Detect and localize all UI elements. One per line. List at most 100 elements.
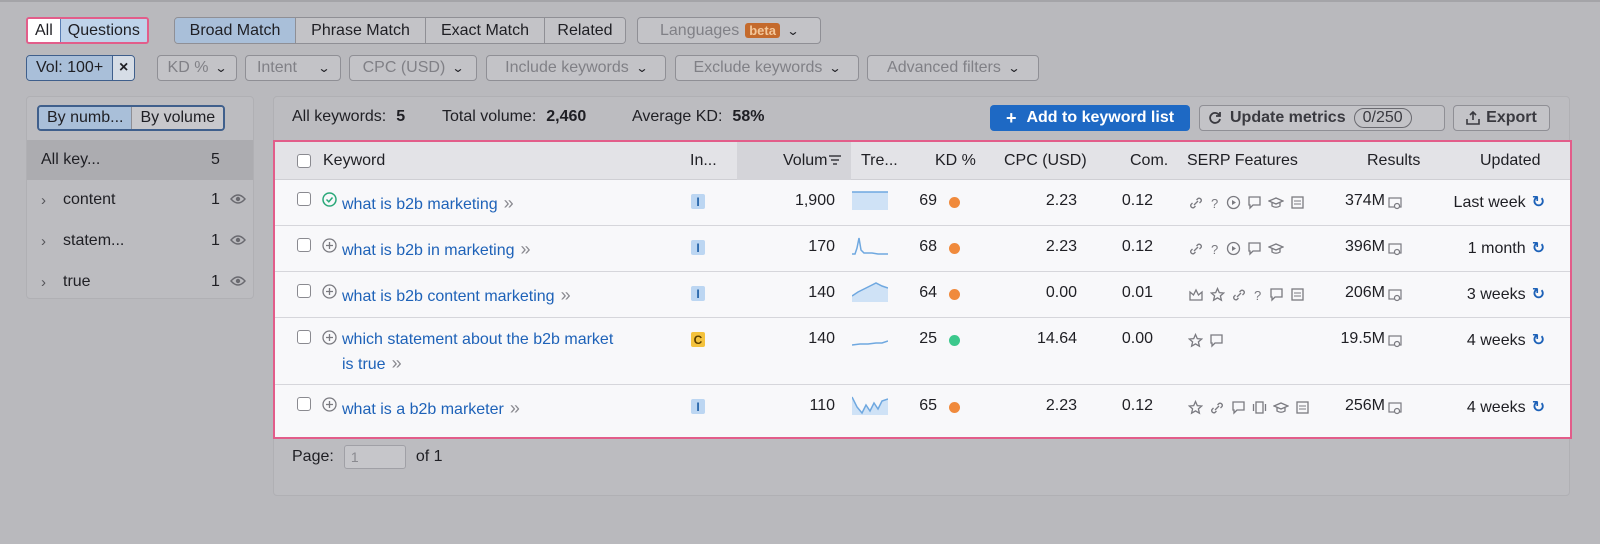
- include-keywords-dropdown[interactable]: Include keywords ⌄: [486, 55, 666, 81]
- keyword-link[interactable]: what is b2b in marketing »: [342, 239, 531, 260]
- row-checkbox[interactable]: [297, 397, 311, 411]
- updated-value: 4 weeks: [1466, 399, 1526, 416]
- ads-icon: [1291, 196, 1304, 209]
- update-label: Update metrics: [1230, 109, 1346, 126]
- table-row[interactable]: what is b2b in marketing» I 170 68 2.23 …: [275, 226, 1570, 272]
- kd-difficulty-dot: [949, 402, 960, 413]
- exclude-keywords-dropdown[interactable]: Exclude keywords ⌄: [675, 55, 859, 81]
- phrase-match-tab[interactable]: Phrase Match: [296, 18, 426, 43]
- double-chevron-icon[interactable]: »: [504, 193, 514, 213]
- row-checkbox[interactable]: [297, 284, 311, 298]
- volume-filter-chip[interactable]: Vol: 100+ ×: [26, 55, 136, 81]
- group-item-true[interactable]: › true 1: [27, 262, 253, 302]
- kd-filter-dropdown[interactable]: KD % ⌄: [157, 55, 237, 81]
- serp-features: ?: [1188, 287, 1305, 302]
- updated-cell: 4 weeks ↻: [1395, 397, 1545, 417]
- export-button[interactable]: Export: [1453, 105, 1550, 131]
- refresh-icon[interactable]: ↻: [1532, 332, 1545, 349]
- table-header: Keyword In... Volum Tre... KD % CPC (USD…: [275, 142, 1570, 180]
- kd-value: 69: [919, 192, 937, 209]
- languages-label: Languages: [660, 21, 740, 39]
- group-count: 5: [211, 151, 220, 168]
- table-row[interactable]: what is b2b content marketing» I 140 64 …: [275, 272, 1570, 318]
- page-number-input[interactable]: 1: [343, 445, 406, 469]
- table-row[interactable]: which statement about the b2b market is …: [275, 318, 1570, 385]
- keyword-link-continued[interactable]: is true »: [342, 353, 402, 374]
- eye-icon[interactable]: [230, 193, 246, 205]
- keyword-link[interactable]: what is b2b content marketing »: [342, 285, 571, 306]
- eye-icon[interactable]: [230, 275, 246, 287]
- add-to-keyword-list-button[interactable]: + Add to keyword list: [990, 105, 1190, 131]
- double-chevron-icon[interactable]: »: [392, 353, 402, 373]
- column-header-cpc[interactable]: CPC (USD): [1004, 152, 1087, 170]
- keyword-link[interactable]: what is a b2b marketer »: [342, 398, 520, 419]
- row-checkbox[interactable]: [297, 238, 311, 252]
- related-tab[interactable]: Related: [545, 18, 625, 43]
- chevron-down-icon: ⌄: [317, 61, 331, 75]
- add-circle-icon[interactable]: [322, 397, 337, 412]
- refresh-icon[interactable]: ↻: [1532, 240, 1545, 257]
- questions-tab[interactable]: Questions: [59, 19, 147, 42]
- results-value: 396M: [1344, 238, 1385, 255]
- review-icon: [1248, 196, 1261, 210]
- group-item-statement[interactable]: › statem... 1: [27, 221, 253, 261]
- add-circle-icon[interactable]: [322, 330, 337, 345]
- kd-difficulty-dot: [949, 289, 960, 300]
- stat-value: 2,460: [546, 108, 587, 125]
- broad-match-tab[interactable]: Broad Match: [175, 18, 296, 43]
- column-header-intent[interactable]: In...: [690, 152, 717, 170]
- advanced-filters-label: Advanced filters: [887, 59, 1001, 76]
- update-metrics-button[interactable]: Update metrics 0/250: [1199, 105, 1445, 131]
- trend-sparkline: [852, 191, 888, 210]
- add-circle-icon[interactable]: [322, 238, 337, 253]
- languages-dropdown[interactable]: Languages beta ⌄: [637, 17, 821, 44]
- refresh-icon[interactable]: ↻: [1532, 194, 1545, 211]
- add-circle-icon[interactable]: [322, 284, 337, 299]
- group-item-content[interactable]: › content 1: [27, 180, 253, 220]
- top-divider: [0, 0, 1600, 2]
- column-header-serp-features[interactable]: SERP Features: [1187, 152, 1298, 170]
- double-chevron-icon[interactable]: »: [510, 398, 520, 418]
- keyword-link[interactable]: which statement about the b2b market: [342, 331, 613, 349]
- stat-label: All keywords:: [292, 108, 387, 125]
- select-all-checkbox[interactable]: [297, 154, 311, 168]
- keyword-type-toggle: All Questions: [26, 17, 149, 44]
- chevron-right-icon[interactable]: ›: [41, 192, 46, 209]
- advanced-filters-dropdown[interactable]: Advanced filters ⌄: [867, 55, 1039, 81]
- row-checkbox[interactable]: [297, 192, 311, 206]
- clear-filter-icon[interactable]: ×: [112, 56, 135, 80]
- cpc-filter-dropdown[interactable]: CPC (USD) ⌄: [349, 55, 477, 81]
- double-chevron-icon[interactable]: »: [561, 285, 571, 305]
- all-tab[interactable]: All: [28, 19, 60, 42]
- page-label: Page:: [292, 448, 334, 465]
- eye-icon[interactable]: [230, 234, 246, 246]
- group-item-all[interactable]: All key... 5: [27, 140, 253, 180]
- chevron-right-icon[interactable]: ›: [41, 274, 46, 291]
- row-checkbox[interactable]: [297, 330, 311, 344]
- refresh-icon[interactable]: ↻: [1532, 399, 1545, 416]
- keyword-table: Keyword In... Volum Tre... KD % CPC (USD…: [273, 140, 1572, 439]
- by-number-tab[interactable]: By numb...: [39, 107, 132, 129]
- column-header-kd[interactable]: KD %: [935, 152, 976, 170]
- column-header-trend[interactable]: Tre...: [861, 152, 898, 170]
- by-volume-tab[interactable]: By volume: [131, 107, 224, 129]
- table-row[interactable]: what is a b2b marketer » I 110 65 2.23 0.…: [275, 385, 1570, 437]
- keyword-link[interactable]: what is b2b marketing »: [342, 193, 514, 214]
- double-chevron-icon[interactable]: »: [521, 239, 531, 259]
- updated-value: Last week: [1453, 194, 1526, 211]
- column-header-keyword[interactable]: Keyword: [323, 152, 385, 170]
- svg-text:?: ?: [1211, 242, 1218, 256]
- refresh-icon[interactable]: ↻: [1532, 286, 1545, 303]
- exact-match-tab[interactable]: Exact Match: [426, 18, 545, 43]
- education-icon: [1273, 401, 1289, 413]
- column-header-competition[interactable]: Com.: [1130, 152, 1168, 170]
- volume-value: 1,900: [794, 192, 835, 209]
- intent-filter-dropdown[interactable]: Intent ⌄: [245, 55, 341, 81]
- column-header-volume[interactable]: Volum: [783, 152, 842, 170]
- all-keywords-stat: All keywords: 5: [292, 108, 405, 126]
- column-header-updated[interactable]: Updated: [1480, 152, 1541, 170]
- table-row[interactable]: what is b2b marketing » I 1,900 69 2.23 0…: [275, 180, 1570, 226]
- chevron-right-icon[interactable]: ›: [41, 233, 46, 250]
- keyword-groups-panel: By numb... By volume All key... 5 › cont…: [26, 96, 254, 299]
- column-header-results[interactable]: Results: [1367, 152, 1420, 170]
